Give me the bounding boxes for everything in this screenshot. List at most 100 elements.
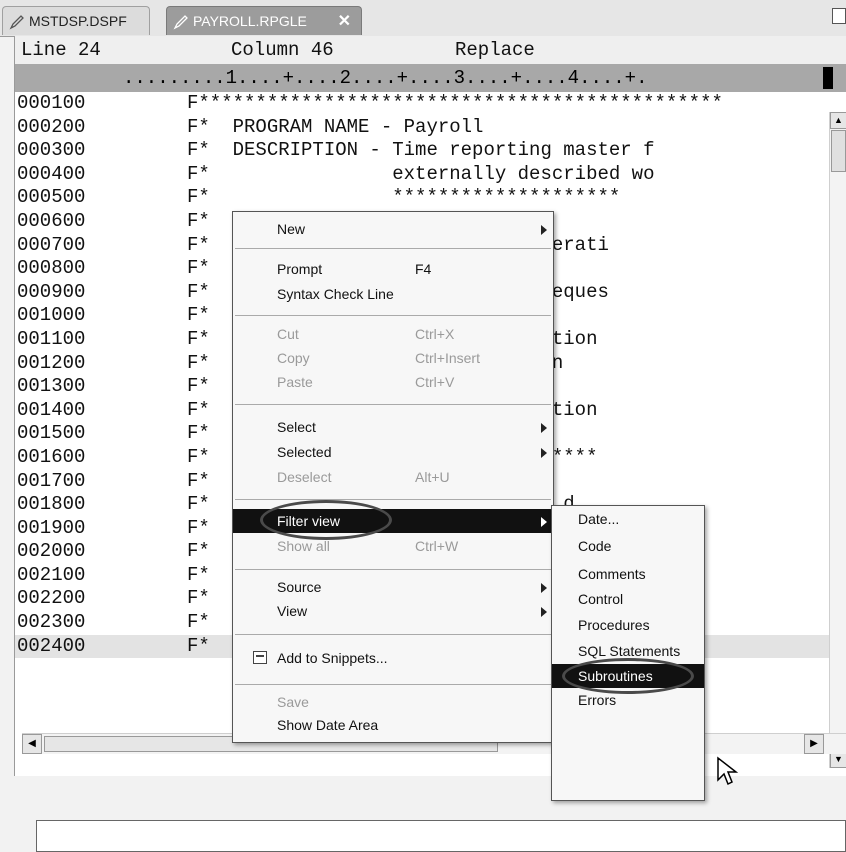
sequence-number: 000200 — [17, 115, 86, 138]
tab-label: MSTDSP.DSPF — [29, 13, 127, 29]
source-line[interactable]: 000300 F* DESCRIPTION - Time reporting ma… — [15, 139, 846, 163]
sequence-number: 000500 — [17, 186, 86, 209]
source-text: F* — [187, 209, 210, 232]
filter-item-date[interactable]: Date... — [552, 507, 704, 531]
close-icon[interactable]: ✕ — [338, 7, 351, 36]
submenu-arrow-icon — [541, 517, 547, 527]
menu-separator — [235, 684, 551, 685]
submenu-arrow-icon — [541, 607, 547, 617]
filter-view-submenu: Date... Code Comments Control Procedures… — [551, 505, 705, 801]
editor-context-menu: New Prompt F4 Syntax Check Line Cut Ctrl+X… — [232, 211, 554, 743]
column-ruler: .........1....+....2....+....3....+....4… — [15, 64, 846, 92]
filter-item-errors[interactable]: Errors — [552, 688, 704, 712]
menu-separator — [235, 634, 551, 635]
source-text: F* DESCRIPTION - Time reporting master f — [187, 139, 655, 162]
source-line[interactable]: 000400 F* externally described wo — [15, 163, 846, 187]
sequence-number: 000600 — [17, 209, 86, 232]
submenu-arrow-icon — [541, 448, 547, 458]
tab-mstdsp[interactable]: MSTDSP.DSPF — [2, 6, 150, 35]
source-line[interactable]: 000500 F* ******************** — [15, 186, 846, 210]
menu-item-view[interactable]: View — [233, 599, 553, 623]
ruler-cursor — [823, 67, 833, 89]
sequence-number: 002400 — [17, 634, 86, 657]
menu-item-source[interactable]: Source — [233, 575, 553, 599]
menu-item-add-to-snippets[interactable]: Add to Snippets... — [233, 646, 553, 670]
shortcut-label: F4 — [415, 261, 432, 277]
sequence-number: 002000 — [17, 540, 86, 563]
filter-item-code[interactable]: Code — [552, 534, 704, 558]
column-indicator: Column 46 — [231, 39, 334, 61]
pencil-icon — [9, 15, 24, 30]
vertical-scrollbar[interactable]: ▲ ▼ — [829, 112, 846, 768]
filter-item-subroutines[interactable]: Subroutines — [552, 664, 704, 688]
menu-separator — [235, 499, 551, 500]
sequence-number: 001300 — [17, 375, 86, 398]
source-line[interactable]: 000200 F* PROGRAM NAME - Payroll — [15, 116, 846, 140]
sequence-number: 000400 — [17, 162, 86, 185]
edit-mode-indicator: Replace — [455, 39, 535, 61]
filter-item-comments[interactable]: Comments — [552, 562, 704, 586]
sequence-number: 000100 — [17, 92, 86, 114]
filter-item-procedures[interactable]: Procedures — [552, 613, 704, 637]
menu-item-deselect[interactable]: Deselect Alt+U — [233, 465, 553, 489]
menu-item-prompt[interactable]: Prompt F4 — [233, 257, 553, 281]
source-text: F* PROGRAM NAME - Payroll — [187, 115, 484, 138]
menu-item-syntax-check-line[interactable]: Syntax Check Line — [233, 282, 553, 306]
sequence-number: 001800 — [17, 493, 86, 516]
sequence-number: 001900 — [17, 516, 86, 539]
scroll-right-arrow-icon[interactable]: ▶ — [804, 734, 824, 754]
shortcut-label: Ctrl+W — [415, 538, 459, 554]
source-text: F* ******************** — [187, 186, 621, 209]
menu-item-show-all[interactable]: Show all Ctrl+W — [233, 534, 553, 558]
snippet-icon — [253, 651, 267, 664]
menu-item-save[interactable]: Save — [233, 690, 553, 714]
sequence-number: 002100 — [17, 563, 86, 586]
menu-separator — [235, 569, 551, 570]
menu-separator — [235, 315, 551, 316]
menu-separator — [235, 404, 551, 405]
scroll-up-arrow-icon[interactable]: ▲ — [830, 112, 846, 129]
command-line-input[interactable] — [36, 820, 846, 852]
sequence-number: 001400 — [17, 398, 86, 421]
source-text: F* — [187, 469, 210, 492]
scroll-thumb[interactable] — [831, 130, 846, 172]
submenu-arrow-icon — [541, 225, 547, 235]
mouse-pointer-icon — [717, 756, 739, 786]
sequence-number: 000700 — [17, 233, 86, 256]
sequence-number: 002200 — [17, 587, 86, 610]
menu-item-selected[interactable]: Selected — [233, 440, 553, 464]
maximize-icon[interactable] — [832, 8, 846, 24]
sequence-number: 001600 — [17, 445, 86, 468]
sequence-number: 001700 — [17, 469, 86, 492]
source-line[interactable]: 000100 F*********************************… — [15, 92, 846, 116]
sequence-number: 001000 — [17, 304, 86, 327]
shortcut-label: Alt+U — [415, 469, 450, 485]
filter-item-control[interactable]: Control — [552, 587, 704, 611]
menu-item-copy[interactable]: Copy Ctrl+Insert — [233, 346, 553, 370]
menu-item-paste[interactable]: Paste Ctrl+V — [233, 370, 553, 394]
shortcut-label: Ctrl+Insert — [415, 350, 480, 366]
sequence-number: 000800 — [17, 257, 86, 280]
pencil-icon — [173, 15, 188, 30]
menu-item-cut[interactable]: Cut Ctrl+X — [233, 322, 553, 346]
tab-label: PAYROLL.RPGLE — [193, 13, 307, 29]
shortcut-label: Ctrl+X — [415, 326, 455, 342]
menu-item-show-date-area[interactable]: Show Date Area — [233, 713, 553, 737]
menu-separator — [235, 248, 551, 249]
submenu-arrow-icon — [541, 423, 547, 433]
scroll-left-arrow-icon[interactable]: ◀ — [22, 734, 42, 754]
menu-item-filter-view[interactable]: Filter view — [233, 509, 553, 533]
editor-status-line: Line 24 Column 46 Replace — [15, 36, 846, 64]
menu-item-select[interactable]: Select — [233, 415, 553, 439]
editor-tab-bar: MSTDSP.DSPF PAYROLL.RPGLE ✕ — [0, 0, 846, 37]
sequence-number: 001500 — [17, 422, 86, 445]
sequence-number: 001100 — [17, 327, 86, 350]
source-text: F* — [187, 422, 210, 445]
shortcut-label: Ctrl+V — [415, 374, 455, 390]
line-indicator: Line 24 — [21, 39, 101, 61]
sequence-number: 000300 — [17, 139, 86, 162]
filter-item-sql-statements[interactable]: SQL Statements — [552, 639, 704, 663]
menu-item-new[interactable]: New — [233, 217, 553, 241]
ruler-text: .........1....+....2....+....3....+....4… — [123, 67, 648, 89]
tab-payroll[interactable]: PAYROLL.RPGLE ✕ — [166, 6, 362, 35]
